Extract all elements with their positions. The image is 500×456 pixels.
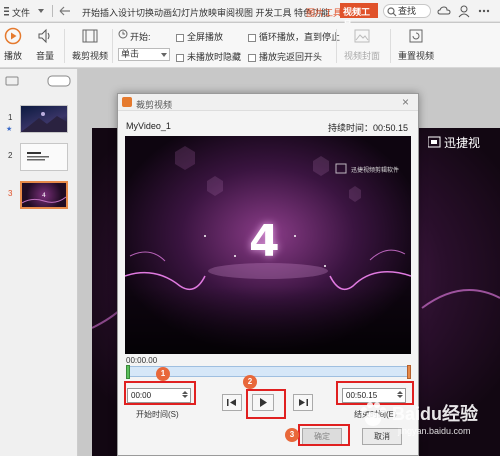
next-frame-button[interactable] <box>293 394 313 411</box>
svg-text:4: 4 <box>42 192 46 199</box>
annotation-badge-3: 3 <box>285 428 299 442</box>
chevron-down-icon <box>161 53 167 57</box>
cloud-icon[interactable] <box>437 4 451 18</box>
video-cover-label: 视频封面 <box>344 51 381 61</box>
video-frame-number: 4 <box>249 216 280 267</box>
fullscreen-label: 全屏播放 <box>187 32 224 42</box>
panel-toolbar <box>4 75 74 87</box>
ribbon-tabs[interactable]: 开始插入设计切换动画幻灯片放映审阅视图 开发工具 特色功能 <box>82 6 330 19</box>
play-button[interactable]: 播放 <box>4 27 22 62</box>
volume-button[interactable]: 音量 <box>36 27 54 62</box>
previous-frame-icon <box>227 399 236 406</box>
divider <box>52 5 53 17</box>
reset-video-button[interactable]: 重置视频 <box>398 27 434 62</box>
trim-video-button[interactable]: 裁剪视频 <box>72 27 108 62</box>
next-frame-icon <box>299 399 308 406</box>
annotation-badge-2: 2 <box>243 375 257 389</box>
volume-label: 音量 <box>36 51 55 61</box>
trim-video-label: 裁剪视频 <box>72 51 109 61</box>
end-handle[interactable] <box>407 365 411 379</box>
start-select-value: 单击 <box>121 49 140 59</box>
play-circle-icon <box>4 27 22 45</box>
image-icon <box>354 29 370 43</box>
file-menu[interactable]: 文件 <box>12 6 30 19</box>
video-preview[interactable]: 迅捷视频剪辑软件 4 <box>125 136 411 354</box>
fullscreen-checkbox[interactable]: 全屏播放 <box>176 30 223 43</box>
undo-icon[interactable] <box>58 5 76 19</box>
start-handle[interactable] <box>126 365 130 379</box>
slide-number: 1 <box>8 113 13 122</box>
previous-frame-button[interactable] <box>222 394 242 411</box>
checkbox-icon <box>248 53 256 62</box>
dialog-title: 裁剪视频 <box>136 100 173 110</box>
annotation-box-1 <box>124 381 196 405</box>
divider <box>390 29 391 63</box>
speaker-icon <box>38 28 50 44</box>
close-icon[interactable]: × <box>402 95 409 109</box>
rewind-label: 播放完返回开头 <box>259 52 323 62</box>
ribbon: 播放 音量 裁剪视频 开始: 单击 全屏播放 未播放时隐藏 循环播放，直到停止 … <box>0 23 500 68</box>
baidu-watermark: Baidu经验 jingyan.baidu.com <box>358 398 498 446</box>
video-cover-button[interactable]: 视频封面 <box>344 27 380 62</box>
divider <box>112 29 113 63</box>
start-select[interactable]: 单击 <box>118 48 170 61</box>
star-icon: ★ <box>6 126 13 133</box>
annotation-box-2 <box>246 389 286 419</box>
annotation-badge-1: 1 <box>156 367 170 381</box>
reset-video-label: 重置视频 <box>398 51 435 61</box>
slide-number: 3 <box>8 189 13 198</box>
timeline-start-time: 00:00.00 <box>126 356 158 365</box>
app-icon <box>122 97 132 107</box>
dialog-titlebar: 裁剪视频 × <box>118 94 418 111</box>
hide-label: 未播放时隐藏 <box>187 52 242 62</box>
menu-icon[interactable] <box>4 5 9 17</box>
reset-icon <box>409 29 423 43</box>
slide-thumbnail-3[interactable]: 4 <box>20 181 68 209</box>
search-label: 查找 <box>398 6 417 16</box>
tab-picture-tools[interactable]: 图片工具 <box>306 6 342 19</box>
search-icon <box>387 7 397 17</box>
slide-thumbnail-1[interactable] <box>20 105 68 133</box>
slide-thumbnail-panel: 1 ★ 2 3 4 <box>0 69 78 456</box>
start-icon <box>118 29 128 41</box>
hide-checkbox[interactable]: 未播放时隐藏 <box>176 50 241 63</box>
watermark-url: jingyan.baidu.com <box>398 426 471 436</box>
rewind-checkbox[interactable]: 播放完返回开头 <box>248 50 322 63</box>
annotation-box-3 <box>298 424 350 446</box>
watermark-text: Baidu经验 <box>392 404 479 424</box>
menu-bar: 文件 开始插入设计切换动画幻灯片放映审阅视图 开发工具 特色功能 图片工具 视频… <box>0 0 500 30</box>
video-duration: 持续时间：00:50.15 <box>328 123 409 133</box>
loop-label: 循环播放，直到停止 <box>259 32 341 42</box>
more-icon[interactable] <box>477 4 491 18</box>
video-name: MyVideo_1 <box>126 121 171 131</box>
divider <box>64 29 65 63</box>
paw-icon <box>361 402 386 426</box>
brand-icon <box>427 136 442 150</box>
slide-number: 2 <box>8 151 13 160</box>
tab-video-tools[interactable]: 视频工具 <box>340 3 378 30</box>
start-time-label: 开始时间(S) <box>136 410 179 419</box>
chevron-down-icon[interactable] <box>38 9 44 13</box>
slide-brand-text: 迅捷视 <box>444 136 481 150</box>
slide-thumbnail-2[interactable] <box>20 143 68 171</box>
film-icon <box>82 29 98 43</box>
loop-checkbox[interactable]: 循环播放，直到停止 <box>248 30 340 43</box>
video-overlay-logo: 迅捷视频剪辑软件 <box>351 168 400 174</box>
search-box[interactable]: 查找 <box>383 4 431 18</box>
divider <box>336 29 337 63</box>
checkbox-icon <box>248 33 256 42</box>
play-label: 播放 <box>4 51 23 61</box>
start-label: 开始: <box>130 32 151 42</box>
checkbox-icon <box>176 33 184 42</box>
checkbox-icon <box>176 53 184 62</box>
share-icon[interactable] <box>457 4 471 18</box>
